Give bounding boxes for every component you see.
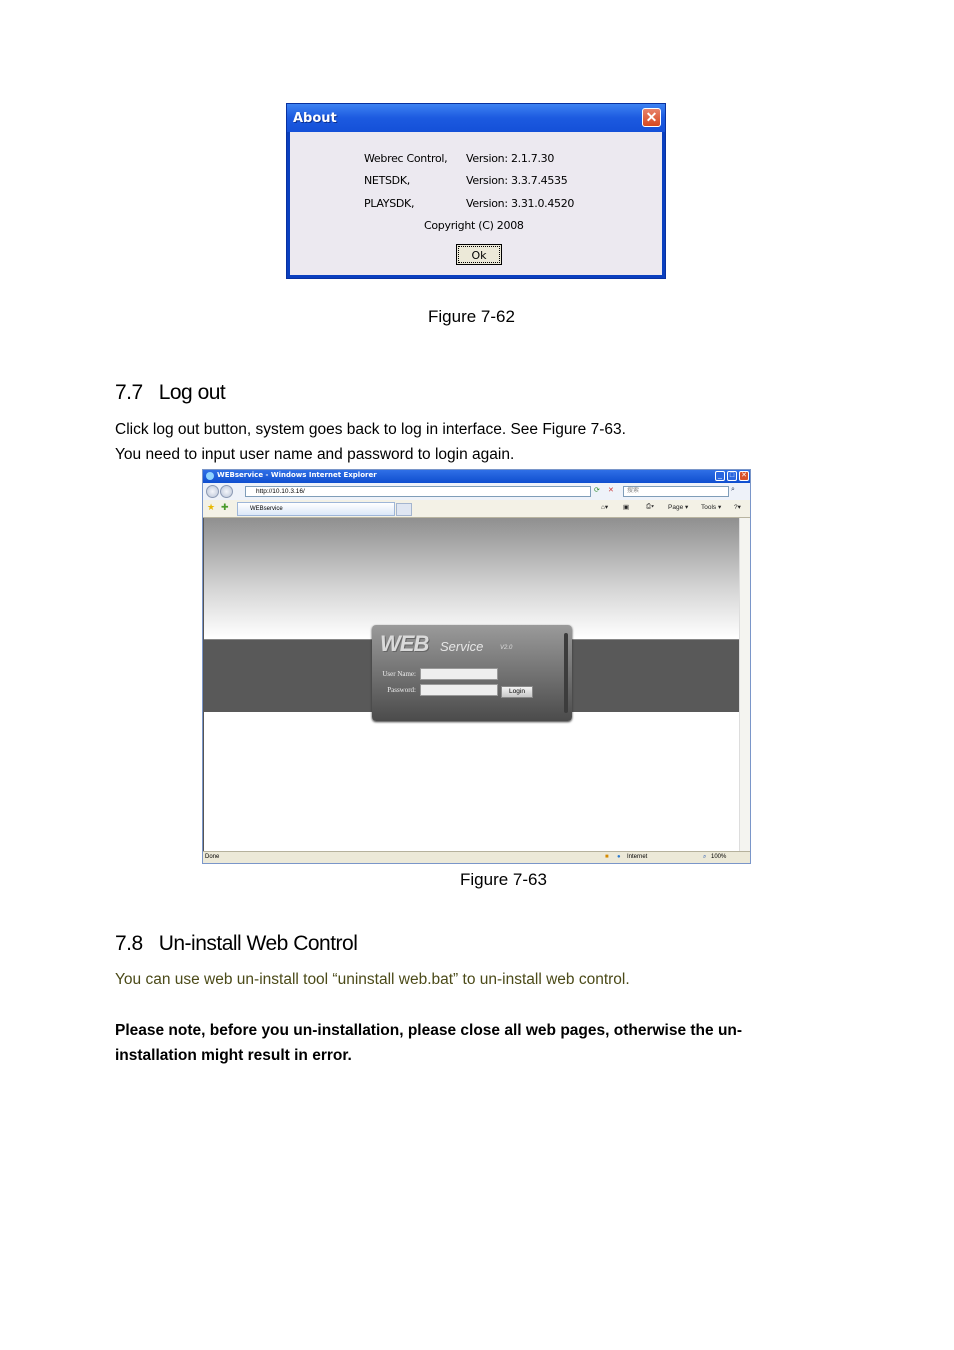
browser-title-bar: WEBservice - Windows Internet Explorer _…: [203, 470, 750, 483]
service-logo: Service: [440, 639, 484, 654]
component-name: Webrec Control,: [364, 152, 448, 165]
header-gradient: [204, 518, 740, 638]
browser-tab[interactable]: WEBservice: [237, 502, 395, 516]
status-text: Done: [205, 854, 220, 860]
feeds-icon[interactable]: ▣: [623, 503, 629, 511]
protected-mode-icon: ■: [605, 854, 609, 860]
component-version: Version: 3.31.0.4520: [466, 197, 575, 210]
zoom-level[interactable]: 100%: [711, 852, 726, 862]
copyright-text: Copyright (C) 2008: [424, 219, 524, 232]
search-icon[interactable]: ⌕: [731, 486, 735, 494]
section-heading: 7.8 Un-install Web Control: [115, 932, 358, 955]
ok-button-label: Ok: [458, 246, 500, 263]
back-icon[interactable]: [206, 485, 219, 498]
login-panel: WEB Service V2.0 User Name: Password: Lo…: [372, 625, 572, 721]
about-body: Webrec Control, Version: 2.1.7.30 NETSDK…: [290, 132, 662, 275]
panel-rail: [564, 633, 568, 713]
browser-window: WEBservice - Windows Internet Explorer _…: [202, 469, 751, 864]
home-icon[interactable]: ⌂▾: [601, 503, 608, 511]
new-tab-button[interactable]: [396, 503, 412, 516]
address-input[interactable]: http://10.10.3.16/: [245, 486, 591, 497]
maximize-icon[interactable]: □: [727, 471, 737, 481]
component-name: PLAYSDK,: [364, 197, 415, 210]
web-logo: WEB: [380, 631, 429, 656]
about-title: About: [293, 111, 337, 126]
refresh-icon[interactable]: ⟳: [594, 486, 600, 494]
ok-button[interactable]: Ok: [456, 244, 502, 265]
ie-logo-icon: [206, 472, 214, 480]
username-input[interactable]: [420, 668, 498, 680]
paragraph-line: You need to input user name and password…: [115, 446, 515, 463]
paragraph-line: You can use web un-install tool “uninsta…: [115, 971, 630, 988]
component-version: Version: 3.3.7.4535: [466, 174, 568, 187]
login-button[interactable]: Login: [501, 686, 533, 698]
page-content: WEB Service V2.0 User Name: Password: Lo…: [203, 518, 740, 854]
username-label: User Name:: [382, 670, 416, 678]
about-title-bar: About ✕: [287, 104, 665, 132]
stop-icon[interactable]: ✕: [608, 486, 614, 494]
vertical-scrollbar[interactable]: [739, 518, 750, 854]
close-icon[interactable]: ✕: [739, 471, 749, 481]
command-bar: ★ ✚ WEBservice ⌂▾ ▣ ⎙▾ Page ▾ Tools ▾ ?▾: [203, 500, 750, 518]
component-version: Version: 2.1.7.30: [466, 152, 555, 165]
component-name: NETSDK,: [364, 174, 410, 187]
status-bar: Done ■ ● Internet ⌕ 100%: [203, 851, 750, 863]
help-icon[interactable]: ?▾: [734, 503, 741, 511]
about-dialog: About ✕ Webrec Control, Version: 2.1.7.3…: [286, 103, 666, 279]
tools-menu[interactable]: Tools ▾: [701, 503, 721, 511]
password-label: Password:: [387, 686, 416, 694]
version-label: V2.0: [500, 645, 513, 651]
forward-icon[interactable]: [220, 485, 233, 498]
section-heading: 7.7 Log out: [115, 381, 226, 404]
figure-caption: Figure 7-63: [460, 870, 547, 889]
close-icon[interactable]: ✕: [642, 108, 661, 127]
note-line: Please note, before you un-installation,…: [115, 1022, 743, 1039]
zoom-icon[interactable]: ⌕: [703, 852, 706, 862]
search-input[interactable]: 搜索: [623, 486, 729, 497]
minimize-icon[interactable]: _: [715, 471, 725, 481]
favorites-star-icon[interactable]: ★: [207, 502, 215, 513]
add-favorites-icon[interactable]: ✚: [221, 502, 229, 513]
zone-text: Internet: [627, 854, 648, 860]
password-input[interactable]: [420, 684, 498, 696]
browser-window-title: WEBservice - Windows Internet Explorer: [217, 471, 377, 479]
figure-caption: Figure 7-62: [428, 307, 515, 326]
address-bar-row: http://10.10.3.16/ ⟳ ✕ 搜索 ⌕: [203, 483, 750, 500]
note-line: installation might result in error.: [115, 1047, 352, 1064]
print-icon[interactable]: ⎙▾: [646, 503, 654, 511]
globe-icon: ●: [617, 854, 621, 860]
paragraph-line: Click log out button, system goes back t…: [115, 421, 626, 438]
page-menu[interactable]: Page ▾: [668, 503, 688, 511]
